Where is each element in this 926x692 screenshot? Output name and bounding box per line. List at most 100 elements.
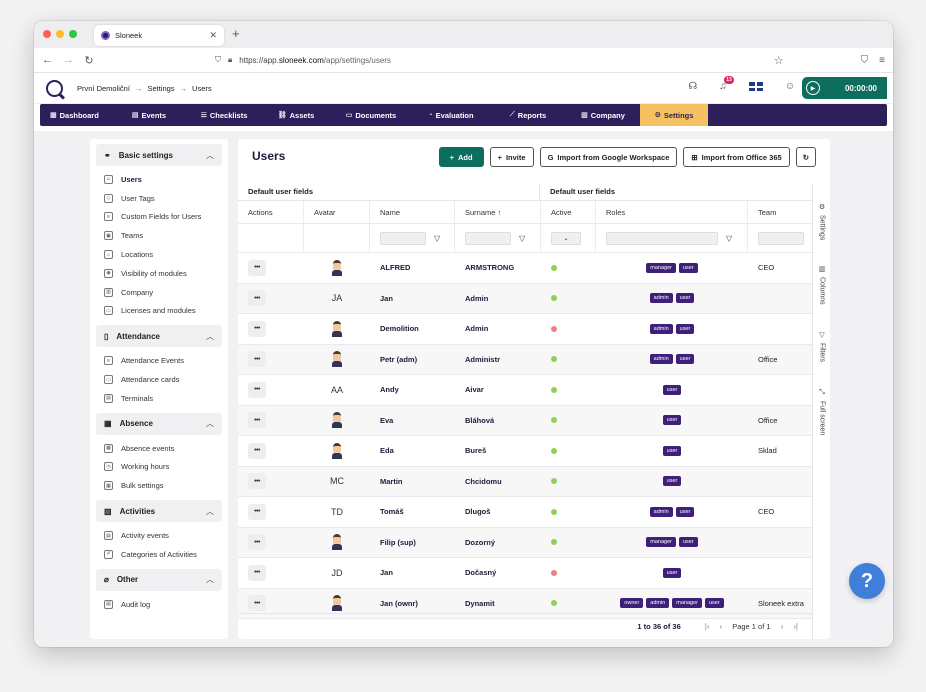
add-user-button[interactable]: + Add [438, 147, 484, 167]
table-row[interactable]: ••• JA Jan Admin admin user [238, 283, 812, 314]
breadcrumb-users[interactable]: Users [192, 84, 212, 93]
nav-company[interactable]: ▥ Company [566, 104, 640, 126]
sidebar-item-locations[interactable]: ⌂ Locations [90, 245, 228, 264]
breadcrumb-company[interactable]: První Demoliční [77, 84, 130, 93]
sidebar-item-activity-events[interactable]: ▤ Activity events [90, 526, 228, 545]
sidebar-item-attendance-cards[interactable]: ▭ Attendance cards [90, 370, 228, 389]
sidebar-item-visibility[interactable]: ◉ Visibility of modules [90, 264, 228, 283]
section-activities[interactable]: ▨ Activities ︿ [96, 500, 222, 523]
help-button[interactable]: ? [849, 563, 885, 599]
sidebar-item-teams[interactable]: ▣ Teams [90, 226, 228, 245]
team-filter-input[interactable] [758, 231, 804, 245]
chat-icon[interactable]: ☊ [688, 81, 697, 92]
sidebar-item-user-tags[interactable]: ◇ User Tags [90, 189, 228, 208]
menu-icon[interactable]: ≡ [879, 55, 885, 66]
nav-settings[interactable]: ⚙ Settings [640, 104, 708, 126]
more-actions-icon[interactable]: ••• [248, 412, 266, 429]
last-page-icon[interactable]: ›| [793, 622, 798, 631]
table-row[interactable]: ••• Demolition Admin admin user [238, 314, 812, 345]
section-attendance[interactable]: ▯ Attendance ︿ [96, 325, 222, 348]
filter-icon[interactable]: ▽ [519, 234, 525, 243]
nav-documents[interactable]: ▭ Documents [330, 104, 412, 126]
name-filter-input[interactable] [380, 231, 426, 245]
forward-icon[interactable]: → [63, 54, 74, 66]
sidebar-item-attendance-events[interactable]: ≡ Attendance Events [90, 351, 228, 370]
more-actions-icon[interactable]: ••• [248, 290, 266, 307]
time-tracker[interactable]: ▶ 00:00:00 [802, 77, 887, 99]
table-row[interactable]: ••• JD Jan Dočasný user [238, 558, 812, 589]
more-actions-icon[interactable]: ••• [248, 320, 266, 337]
columns-tool[interactable]: ▥ Columns [815, 265, 829, 305]
bookmark-star-icon[interactable]: ☆ [774, 54, 784, 67]
col-active[interactable]: Active [541, 201, 596, 223]
filter-icon[interactable]: ▽ [434, 234, 440, 243]
active-filter-select[interactable]: ⌄ [551, 231, 581, 245]
more-actions-icon[interactable]: ••• [248, 503, 266, 520]
import-office-button[interactable]: ⊞ Import from Office 365 [683, 147, 790, 167]
table-row[interactable]: ••• Petr (adm) Administr admin user Offic… [238, 344, 812, 375]
nav-reports[interactable]: ⟋ Reports [490, 104, 566, 126]
user-avatar[interactable]: ☺ [785, 81, 795, 92]
close-window-button[interactable] [43, 30, 51, 38]
roles-filter-input[interactable] [606, 231, 718, 245]
sidebar-item-audit-log[interactable]: ▤ Audit log [90, 595, 228, 614]
close-tab-icon[interactable]: ✕ [209, 30, 217, 41]
filters-tool[interactable]: ▽ Filters [815, 331, 829, 362]
col-actions[interactable]: Actions [238, 201, 304, 223]
more-actions-icon[interactable]: ••• [248, 595, 266, 612]
play-icon[interactable]: ▶ [806, 81, 820, 95]
more-actions-icon[interactable]: ••• [248, 534, 266, 551]
invite-button[interactable]: + Invite [489, 147, 534, 167]
table-row[interactable]: ••• Eda Bureš user Sklad [238, 436, 812, 467]
table-row[interactable]: ••• Eva Bláhová user Office [238, 405, 812, 436]
table-row[interactable]: ••• TD Tomáš Dlugoš admin user CEO [238, 497, 812, 528]
sidebar-item-bulk-settings[interactable]: ▦ Bulk settings [90, 476, 228, 495]
nav-dashboard[interactable]: ▦ Dashboard [40, 104, 112, 126]
more-actions-icon[interactable]: ••• [248, 473, 266, 490]
pocket-icon[interactable]: ⛉ [861, 55, 869, 66]
sidebar-item-users[interactable]: ☺ Users [90, 170, 228, 189]
address-field[interactable]: ⛉ 🔒︎ https://app.sloneek.com/app/setting… [105, 51, 763, 70]
breadcrumb-settings[interactable]: Settings [147, 84, 174, 93]
surname-filter-input[interactable] [465, 231, 511, 245]
sidebar-item-custom-fields[interactable]: ≡ Custom Fields for Users [90, 208, 228, 227]
nav-checklists[interactable]: ☰ Checklists [186, 104, 262, 126]
browser-tab[interactable]: Sloneek ✕ [94, 25, 224, 46]
chevron-up-icon[interactable]: ︿ [206, 331, 214, 342]
import-google-button[interactable]: G Import from Google Workspace [539, 147, 678, 167]
filter-icon[interactable]: ▽ [726, 234, 732, 243]
table-row[interactable]: ••• ALFRED ARMSTRONG manager user CEO [238, 253, 812, 284]
table-row[interactable]: ••• AA Andy Aivar user [238, 375, 812, 406]
chevron-up-icon[interactable]: ︿ [206, 506, 214, 517]
sidebar-item-absence-events[interactable]: ▦ Absence events [90, 439, 228, 458]
more-actions-icon[interactable]: ••• [248, 259, 266, 276]
col-team[interactable]: Team [748, 201, 812, 223]
chevron-up-icon[interactable]: ︿ [206, 574, 214, 585]
sloneek-logo-icon[interactable] [46, 79, 63, 97]
section-basic-settings[interactable]: ⚭ Basic settings ︿ [96, 144, 222, 166]
first-page-icon[interactable]: |‹ [705, 622, 710, 631]
more-actions-icon[interactable]: ••• [248, 381, 266, 398]
sidebar-item-terminals[interactable]: ▤ Terminals [90, 389, 228, 408]
reload-icon[interactable]: ↻ [84, 54, 94, 67]
prev-page-icon[interactable]: ‹ [720, 622, 723, 631]
maximize-window-button[interactable] [69, 30, 77, 38]
nav-events[interactable]: ▤ Events [112, 104, 186, 126]
nav-evaluation[interactable]: ◔ Evaluation [412, 104, 490, 126]
table-row[interactable]: ••• MC Martin Chcidomu user [238, 466, 812, 497]
sidebar-item-working-hours[interactable]: ◷ Working hours [90, 458, 228, 477]
more-actions-icon[interactable]: ••• [248, 442, 266, 459]
uk-flag-icon[interactable] [748, 82, 763, 91]
more-actions-icon[interactable]: ••• [248, 351, 266, 368]
back-icon[interactable]: ← [42, 54, 53, 66]
new-tab-icon[interactable]: + [232, 26, 240, 41]
minimize-window-button[interactable] [56, 30, 64, 38]
chevron-up-icon[interactable]: ︿ [206, 150, 214, 161]
col-name[interactable]: Name [370, 201, 455, 223]
section-absence[interactable]: ▦ Absence ︿ [96, 412, 222, 435]
col-surname[interactable]: Surname ↑ [455, 201, 541, 223]
col-roles[interactable]: Roles [596, 201, 748, 223]
table-row[interactable]: ••• Filip (sup) Dozorný manager user [238, 527, 812, 558]
next-page-icon[interactable]: › [781, 622, 784, 631]
settings-tool[interactable]: ⚙ Settings [815, 203, 829, 240]
